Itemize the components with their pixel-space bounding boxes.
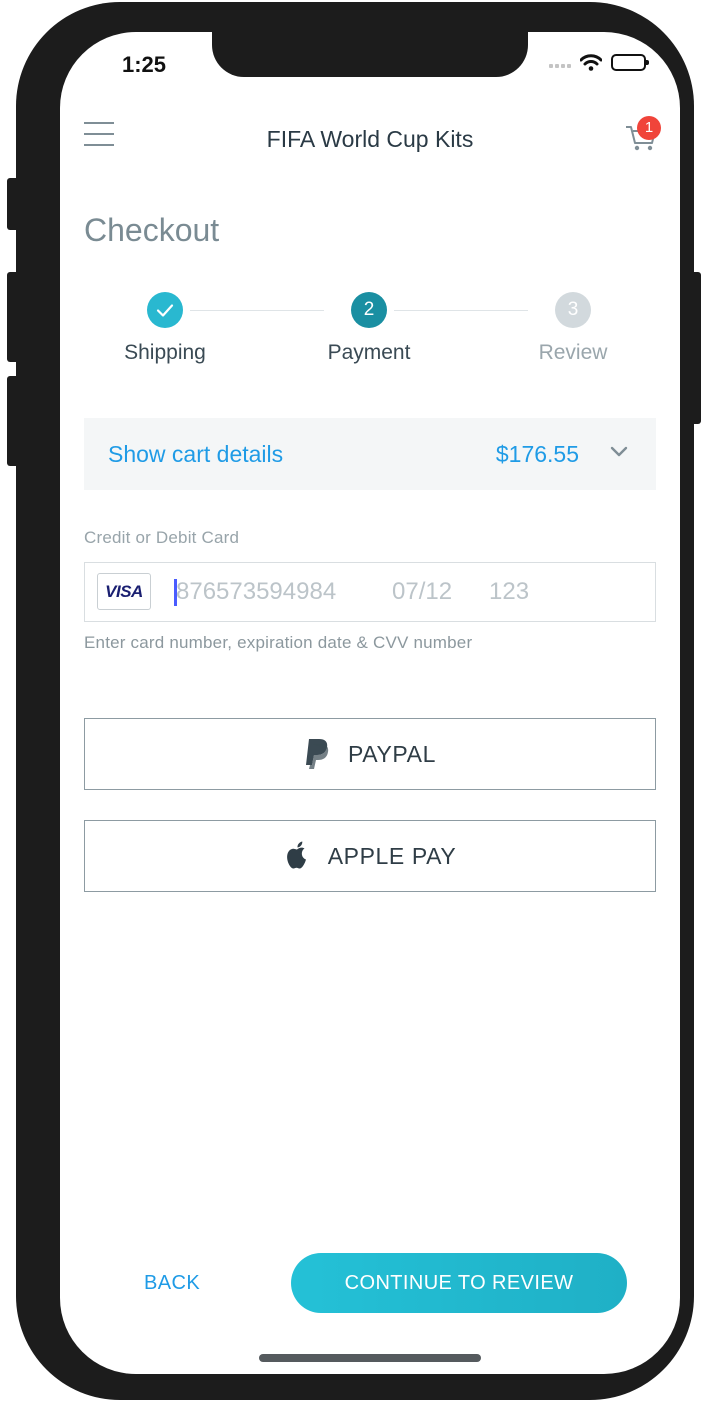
paypal-icon — [306, 739, 329, 769]
card-expiry-input[interactable]: 07/12 — [392, 578, 452, 606]
battery-icon — [611, 54, 649, 71]
visa-card-icon: VISA — [97, 573, 151, 610]
apple-pay-label: APPLE PAY — [327, 842, 457, 869]
signal-icon — [549, 58, 571, 68]
card-number-input[interactable]: 876573594984 — [176, 578, 336, 606]
apple-icon — [286, 841, 306, 869]
home-indicator[interactable] — [259, 1354, 481, 1362]
apple-pay-button[interactable]: APPLE PAY — [84, 820, 656, 892]
status-icons — [549, 54, 649, 71]
step-shipping-indicator — [147, 292, 183, 328]
screen: 1:25 FIFA World Cup Kits 1 Checkout 2 3 … — [60, 32, 680, 1374]
status-time: 1:25 — [122, 52, 167, 77]
step-review-indicator: 3 — [555, 292, 591, 328]
step-payment-label: Payment — [327, 341, 411, 364]
phone-frame: 1:25 FIFA World Cup Kits 1 Checkout 2 3 … — [16, 2, 694, 1400]
step-connector — [394, 310, 528, 311]
chevron-down-icon — [610, 446, 628, 457]
back-button[interactable]: BACK — [144, 1272, 200, 1295]
notch — [212, 32, 528, 77]
card-field-label: Credit or Debit Card — [84, 528, 240, 547]
cart-total: $176.55 — [495, 441, 579, 467]
cart-details-label: Show cart details — [108, 441, 284, 467]
card-input-field[interactable]: VISA 876573594984 07/12 123 — [84, 562, 656, 622]
cart-count-badge: 1 — [637, 116, 661, 140]
app-title: FIFA World Cup Kits — [266, 126, 474, 152]
step-connector — [190, 310, 324, 311]
card-cvv-input[interactable]: 123 — [489, 578, 529, 606]
page-title: Checkout — [84, 212, 220, 248]
paypal-button[interactable]: PAYPAL — [84, 718, 656, 790]
wifi-icon — [580, 54, 602, 71]
paypal-label: PAYPAL — [348, 740, 436, 767]
card-field-hint: Enter card number, expiration date & CVV… — [84, 633, 473, 652]
checkmark-icon — [156, 304, 174, 317]
show-cart-details-button[interactable]: Show cart details $176.55 — [84, 418, 656, 490]
step-review-label: Review — [538, 341, 608, 364]
continue-to-review-button[interactable]: CONTINUE TO REVIEW — [291, 1253, 627, 1313]
step-shipping-label: Shipping — [124, 341, 206, 364]
step-payment-indicator: 2 — [351, 292, 387, 328]
